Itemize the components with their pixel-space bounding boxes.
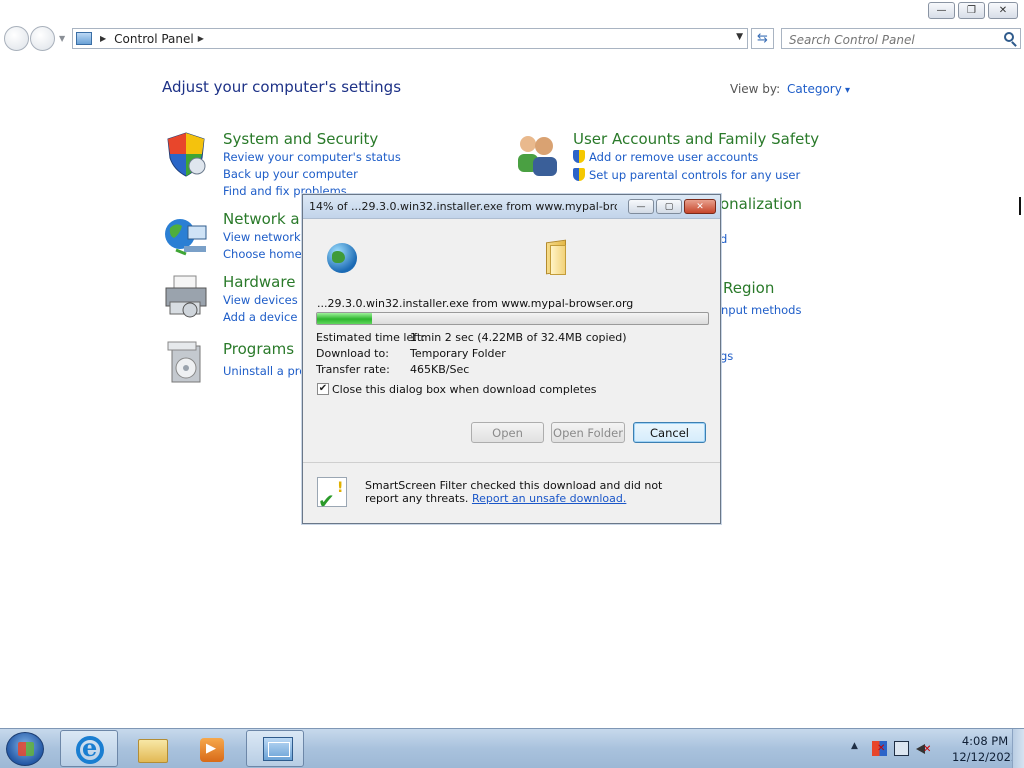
- link-settings-partial[interactable]: gs: [720, 349, 733, 363]
- back-button[interactable]: [4, 26, 29, 51]
- address-dropdown-icon[interactable]: ▼: [736, 32, 743, 42]
- users-icon: [518, 136, 557, 176]
- link-view-network[interactable]: View network s: [223, 230, 310, 244]
- clock-time: 4:08 PM: [961, 734, 1009, 748]
- recent-pages-dropdown[interactable]: ▼: [59, 34, 65, 43]
- smartscreen-message: SmartScreen Filter checked this download…: [365, 479, 695, 505]
- network-icon[interactable]: [894, 741, 909, 756]
- programs-icon: [167, 341, 201, 383]
- open-folder-button[interactable]: Open Folder: [551, 422, 625, 443]
- open-button[interactable]: Open: [471, 422, 544, 443]
- control-panel-icon: [263, 737, 293, 761]
- shield-icon: [167, 132, 206, 177]
- download-progress-bar: [316, 312, 709, 325]
- taskbar-internet-explorer[interactable]: [60, 730, 118, 767]
- forward-button[interactable]: [30, 26, 55, 51]
- search-box[interactable]: [781, 28, 1021, 50]
- category-network[interactable]: Network ar: [223, 210, 306, 228]
- category-personalization-partial[interactable]: onalization: [720, 195, 802, 213]
- smartscreen-check-icon: ✔: [318, 489, 335, 513]
- window-caption-buttons: — ❐ ✕: [928, 2, 1018, 19]
- dialog-titlebar[interactable]: 14% of ...29.3.0.win32.installer.exe fro…: [303, 195, 720, 219]
- category-hardware[interactable]: Hardware a: [223, 273, 309, 291]
- dialog-minimize-button[interactable]: —: [628, 199, 654, 214]
- breadcrumb-arrow-icon[interactable]: ▶: [198, 34, 204, 43]
- close-button[interactable]: ✕: [988, 2, 1018, 19]
- search-input[interactable]: [782, 30, 992, 50]
- network-globe-icon: [165, 219, 207, 256]
- refresh-button[interactable]: ⇆: [751, 28, 774, 49]
- dialog-maximize-button[interactable]: ▢: [656, 199, 682, 214]
- link-uninstall-program[interactable]: Uninstall a prog: [223, 364, 314, 378]
- minimize-button[interactable]: —: [928, 2, 955, 19]
- estimated-time-value: 1 min 2 sec (4.22MB of 32.4MB copied): [410, 331, 627, 344]
- folder-icon: [543, 241, 567, 275]
- category-user-accounts[interactable]: User Accounts and Family Safety: [573, 130, 819, 148]
- smartscreen-warning-icon: !: [337, 480, 344, 496]
- clock[interactable]: 4:08 PM 12/12/2022: [952, 733, 1018, 765]
- close-when-done-checkbox[interactable]: ✔: [317, 383, 329, 395]
- address-bar[interactable]: ▶ Control Panel ▶ ▼: [72, 28, 748, 49]
- text-cursor-icon: [1019, 197, 1024, 215]
- system-tray: ▲ 4:08 PM 12/12/2022: [834, 729, 1024, 768]
- taskbar-control-panel[interactable]: [246, 730, 304, 767]
- estimated-time-label: Estimated time left:: [316, 331, 425, 344]
- taskbar-windows-explorer[interactable]: [120, 730, 178, 767]
- link-text[interactable]: Add or remove user accounts: [589, 150, 758, 164]
- link-add-remove-users[interactable]: Add or remove user accounts: [573, 150, 758, 164]
- dialog-close-button[interactable]: ✕: [684, 199, 716, 214]
- close-when-done-label[interactable]: Close this dialog box when download comp…: [332, 383, 596, 396]
- progress-fill: [317, 313, 372, 324]
- uac-shield-icon: [573, 150, 585, 163]
- download-dialog: 14% of ...29.3.0.win32.installer.exe fro…: [302, 194, 721, 524]
- category-system-security[interactable]: System and Security: [223, 130, 378, 148]
- category-region-partial[interactable]: Region: [723, 279, 774, 297]
- dialog-caption-buttons: — ▢ ✕: [628, 199, 716, 214]
- action-center-icon[interactable]: [872, 741, 887, 756]
- internet-explorer-icon: [76, 733, 104, 764]
- link-text[interactable]: Set up parental controls for any user: [589, 168, 800, 182]
- link-homegroup[interactable]: Choose homeg: [223, 247, 309, 261]
- clock-date: 12/12/2022: [952, 750, 1019, 764]
- dialog-title: 14% of ...29.3.0.win32.installer.exe fro…: [309, 200, 617, 213]
- show-hidden-icons-icon[interactable]: ▲: [851, 741, 858, 751]
- link-partial[interactable]: d: [720, 232, 727, 246]
- taskbar-media-player[interactable]: [180, 730, 238, 767]
- navigation-bar: ▼ ▶ Control Panel ▶ ▼ ⇆: [0, 24, 1024, 54]
- taskbar: ▲ 4:08 PM 12/12/2022: [0, 728, 1024, 768]
- view-by-dropdown[interactable]: Category: [787, 82, 850, 96]
- media-player-icon: [200, 738, 224, 762]
- show-desktop-button[interactable]: [1012, 729, 1024, 768]
- uac-shield-icon: [573, 168, 585, 181]
- dialog-divider: [303, 462, 720, 463]
- link-view-devices[interactable]: View devices ar: [223, 293, 313, 307]
- category-programs[interactable]: Programs: [223, 340, 294, 358]
- start-button[interactable]: [6, 732, 44, 766]
- cancel-button[interactable]: Cancel: [633, 422, 706, 443]
- download-filename: ...29.3.0.win32.installer.exe from www.m…: [317, 297, 634, 310]
- printer-icon: [165, 275, 207, 318]
- desktop: — ❐ ✕ ▼ ▶ Control Panel ▶ ▼ ⇆ Adjust you…: [0, 0, 1024, 768]
- link-parental-controls[interactable]: Set up parental controls for any user: [573, 168, 800, 182]
- link-add-device[interactable]: Add a device: [223, 310, 297, 324]
- volume-muted-icon[interactable]: [916, 741, 931, 756]
- report-unsafe-link[interactable]: Report an unsafe download.: [472, 492, 626, 505]
- breadcrumb-arrow-icon[interactable]: ▶: [100, 34, 106, 43]
- transfer-rate-label: Transfer rate:: [316, 363, 390, 376]
- page-title: Adjust your computer's settings: [162, 78, 402, 96]
- link-review-status[interactable]: Review your computer's status: [223, 150, 401, 164]
- search-icon[interactable]: [1004, 32, 1014, 42]
- view-by-label: View by:: [730, 82, 781, 96]
- download-to-value: Temporary Folder: [410, 347, 506, 360]
- globe-icon: [327, 243, 357, 273]
- download-to-label: Download to:: [316, 347, 389, 360]
- breadcrumb-control-panel[interactable]: Control Panel: [114, 32, 194, 46]
- transfer-rate-value: 465KB/Sec: [410, 363, 470, 376]
- restore-button[interactable]: ❐: [958, 2, 985, 19]
- link-input-methods-partial[interactable]: nput methods: [721, 303, 801, 317]
- control-panel-icon: [76, 32, 92, 45]
- windows-explorer-icon: [138, 739, 168, 763]
- link-back-up[interactable]: Back up your computer: [223, 167, 358, 181]
